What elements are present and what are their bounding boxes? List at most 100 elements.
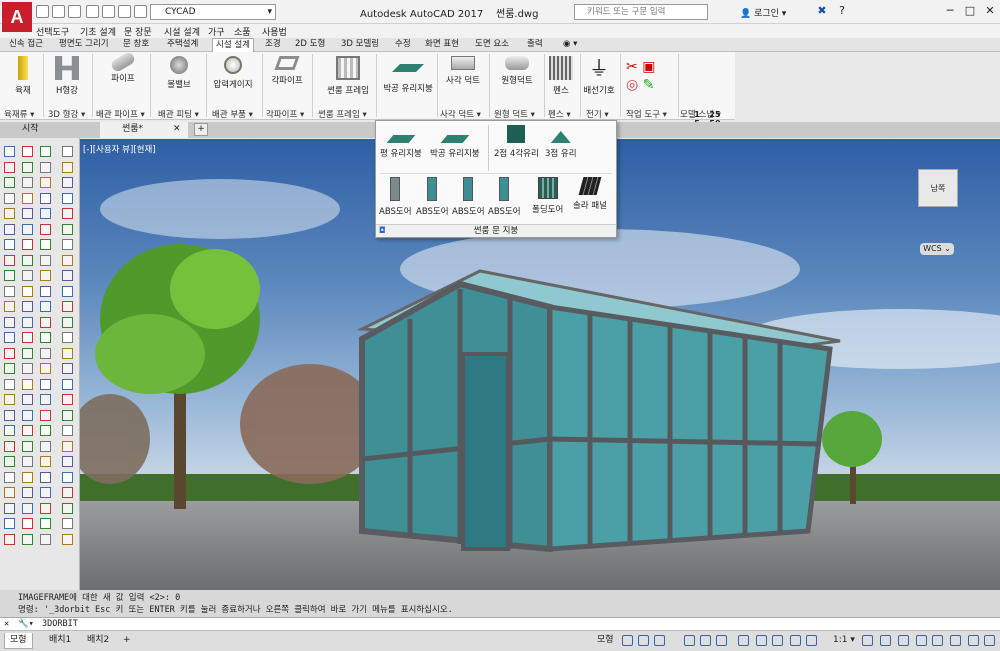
toolbar-tool-icon[interactable] [4, 533, 15, 545]
toolbar-tool-icon[interactable] [62, 347, 73, 359]
three-point-glass-button[interactable]: 3점 유리 [545, 127, 577, 159]
toolbar-tool-icon[interactable] [4, 239, 15, 250]
toolbar-tool-icon[interactable] [4, 177, 15, 188]
toolbar-tool-icon[interactable] [40, 332, 51, 343]
customize-icon[interactable]: 🔧▾ [18, 618, 34, 630]
toolbar-tool-icon[interactable] [4, 518, 15, 529]
tool-post[interactable]: 육재 [0, 54, 46, 102]
menu-furniture[interactable]: 가구 [208, 25, 225, 38]
toolbar-tool-icon[interactable] [40, 208, 51, 219]
toolbar-tool-icon[interactable] [4, 394, 15, 405]
tool-pressure-gauge[interactable]: 압력게이지 [210, 54, 256, 102]
toolbar-tool-icon[interactable] [22, 378, 33, 390]
toolbar-tool-icon[interactable] [62, 487, 73, 498]
toolbar-tool-icon[interactable] [40, 502, 51, 514]
toolbar-tool-icon[interactable] [40, 456, 51, 467]
menu-basic-design[interactable]: 기초 설계 [80, 25, 116, 38]
tab-model[interactable]: 모형 [4, 633, 33, 649]
toolbar-tool-icon[interactable] [22, 332, 33, 343]
redo-icon[interactable] [68, 5, 81, 18]
toolbar-tool-icon[interactable] [40, 146, 51, 157]
toolbar-tool-icon[interactable] [4, 161, 15, 173]
workspace-dropdown[interactable]: CYCAD ▾ [150, 4, 276, 20]
status-toggle-icon[interactable] [772, 635, 783, 646]
toolbar-tool-icon[interactable] [62, 425, 73, 436]
tab-2d-shapes[interactable]: 2D 도형 [292, 38, 328, 52]
tab-layout2[interactable]: 배치2 [82, 633, 114, 649]
toolbar-tool-icon[interactable] [62, 254, 73, 266]
toolbar-tool-icon[interactable] [4, 223, 15, 235]
toolbar-tool-icon[interactable] [62, 316, 73, 328]
toolbar-tool-icon[interactable] [40, 440, 51, 452]
group-pipe[interactable]: 배관 파이프 ▾ [96, 108, 145, 120]
status-toggle-icon[interactable] [898, 635, 909, 646]
toolbar-tool-icon[interactable] [22, 161, 33, 173]
toolbar-tool-icon[interactable] [22, 409, 33, 421]
tab-3d-modeling[interactable]: 3D 모델링 [338, 38, 382, 52]
abs-door-button-4[interactable]: ABS도어 [488, 177, 521, 217]
toolbar-tool-icon[interactable] [62, 285, 73, 297]
abs-door-button-2[interactable]: ABS도어 [416, 177, 449, 217]
autocad-logo-icon[interactable]: A [2, 2, 32, 32]
group-fitting[interactable]: 배관 피팅 ▾ [158, 108, 199, 120]
tool-pipe[interactable]: 파이프 [100, 50, 146, 102]
group-round-duct[interactable]: 원형 덕트 ▾ [494, 108, 535, 120]
toolbar-tool-icon[interactable] [4, 347, 15, 359]
command-input[interactable]: 3DORBIT [42, 619, 78, 629]
toolbar-tool-icon[interactable] [62, 394, 73, 405]
status-toggle-icon[interactable] [654, 635, 665, 646]
group-parts[interactable]: 배관 부품 ▾ [212, 108, 253, 120]
toolbar-tool-icon[interactable] [22, 363, 33, 374]
toolbar-tool-icon[interactable] [22, 208, 33, 219]
toolbar-tool-icon[interactable] [22, 440, 33, 452]
group-square-duct[interactable]: 사각 덕트 ▾ [440, 108, 481, 120]
toolbar-tool-icon[interactable] [4, 285, 15, 297]
toolbar-tool-icon[interactable] [40, 378, 51, 390]
maximize-button[interactable]: □ [960, 3, 980, 19]
toolbar-tool-icon[interactable] [62, 146, 73, 157]
pin-icon[interactable]: ◘ [379, 225, 386, 237]
toolbar-tool-icon[interactable] [4, 487, 15, 498]
target-icon[interactable]: ◎ [626, 77, 638, 93]
toolbar-tool-icon[interactable] [40, 487, 51, 498]
toolbar-tool-icon[interactable] [40, 394, 51, 405]
toolbar-tool-icon[interactable] [22, 518, 33, 529]
toolbar-tool-icon[interactable] [40, 223, 51, 235]
toolbar-tool-icon[interactable] [40, 285, 51, 297]
toolbar-tool-icon[interactable] [4, 332, 15, 343]
tool-square-duct[interactable]: 사각 덕트 [440, 54, 486, 102]
tab-modify[interactable]: 수정 [392, 38, 414, 52]
toolbar-tool-icon[interactable] [22, 533, 33, 545]
two-point-quad-glass-button[interactable]: 2점 4각유리 [494, 125, 539, 159]
toolbar-tool-icon[interactable] [62, 301, 73, 312]
toolbar-tool-icon[interactable] [40, 409, 51, 421]
toolbar-tool-icon[interactable] [62, 378, 73, 390]
undo-icon[interactable] [52, 5, 65, 18]
toolbar-tool-icon[interactable] [4, 301, 15, 312]
toolbar-tool-icon[interactable] [22, 146, 33, 157]
status-toggle-icon[interactable] [684, 635, 695, 646]
close-tab-icon[interactable]: ✕ [173, 124, 181, 134]
toolbar-tool-icon[interactable] [62, 161, 73, 173]
group-3d-steel[interactable]: 3D 형강 ▾ [48, 108, 85, 120]
toolbar-tool-icon[interactable] [40, 363, 51, 374]
status-toggle-icon[interactable] [638, 635, 649, 646]
tool-sunroom-frame[interactable]: 썬룸 프레임 [320, 54, 376, 102]
status-toggle-icon[interactable] [756, 635, 767, 646]
toolbar-tool-icon[interactable] [40, 239, 51, 250]
toolbar-tool-icon[interactable] [22, 502, 33, 514]
status-toggle-icon[interactable] [880, 635, 891, 646]
toolbar-tool-icon[interactable] [62, 440, 73, 452]
ribbon-options-icon[interactable]: ◉ ▾ [560, 38, 580, 52]
toolbar-tool-icon[interactable] [22, 270, 33, 281]
status-toggle-icon[interactable] [716, 635, 727, 646]
toolbar-tool-icon[interactable] [40, 518, 51, 529]
tab-quick-access[interactable]: 신속 접근 [6, 38, 46, 52]
toolbar-tool-icon[interactable] [4, 208, 15, 219]
tool-fence[interactable]: 펜스 [542, 54, 580, 102]
toolbar-tool-icon[interactable] [62, 239, 73, 250]
menu-facility-design[interactable]: 시설 설계 [164, 25, 200, 38]
tool-wiring-symbol[interactable]: ⏚ 배선기호 [576, 54, 622, 102]
toolbar-tool-icon[interactable] [62, 533, 73, 545]
search-input[interactable]: 키워드 또는 구문 입력 [574, 4, 708, 20]
